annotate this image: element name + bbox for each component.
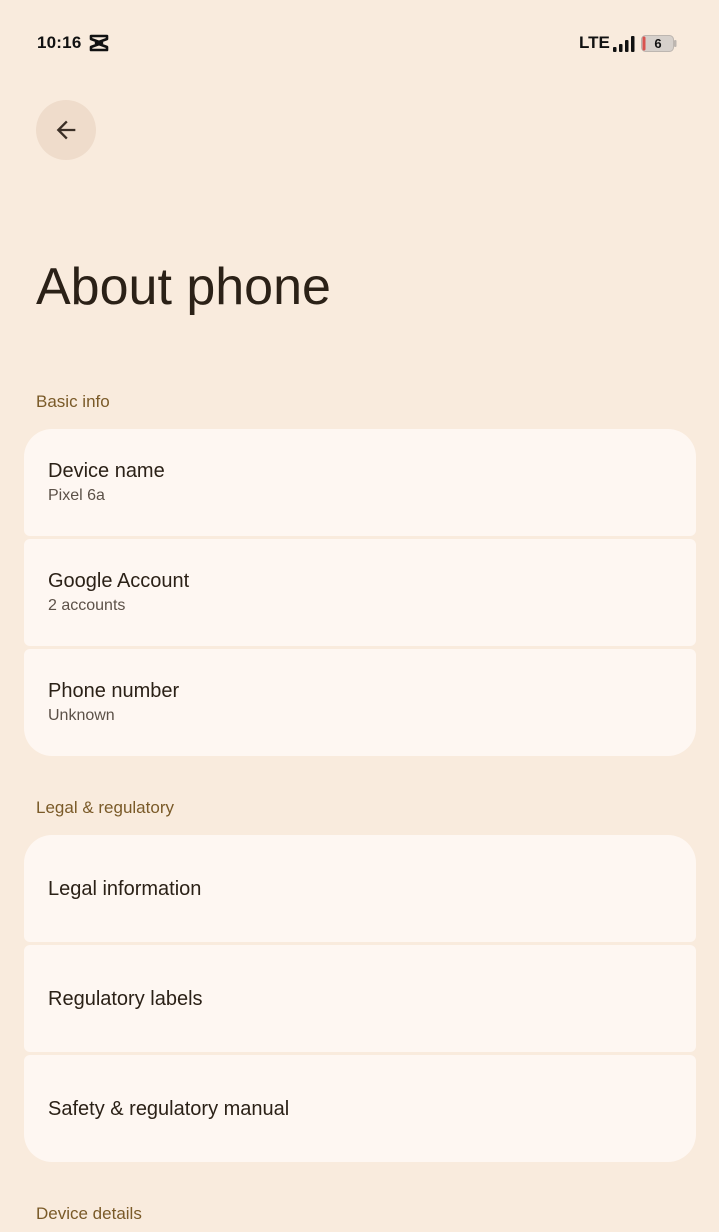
item-label: Device name [48,460,165,482]
item-value: Pixel 6a [48,487,105,504]
phone-number-item[interactable]: Phone number Unknown [24,649,696,756]
arrow-back-icon [56,120,76,140]
item-label: Legal information [48,878,202,900]
capcut-icon [89,34,109,52]
section-header-legal-regulatory: Legal & regulatory [36,798,174,817]
item-value: Unknown [48,707,115,724]
item-value: 2 accounts [48,597,126,614]
item-label: Regulatory labels [48,988,203,1010]
item-label: Google Account [48,570,190,592]
legal-information-item[interactable]: Legal information [24,835,696,942]
regulatory-labels-item[interactable]: Regulatory labels [24,945,696,1052]
status-time: 10:16 [37,33,82,52]
section-header-basic-info: Basic info [36,392,110,411]
cellular-signal-icon [613,36,635,52]
section-header-device-details: Device details [36,1204,142,1223]
item-label: Phone number [48,680,180,702]
safety-regulatory-manual-item[interactable]: Safety & regulatory manual [24,1055,696,1162]
page-title: About phone [36,258,331,316]
device-name-item[interactable]: Device name Pixel 6a [24,429,696,536]
network-type: LTE [579,33,610,52]
item-label: Safety & regulatory manual [48,1098,290,1120]
google-account-item[interactable]: Google Account 2 accounts [24,539,696,646]
battery-level: 6 [654,36,662,51]
status-bar: 10:16 LTE 6 [0,0,719,88]
back-button[interactable] [36,100,96,160]
